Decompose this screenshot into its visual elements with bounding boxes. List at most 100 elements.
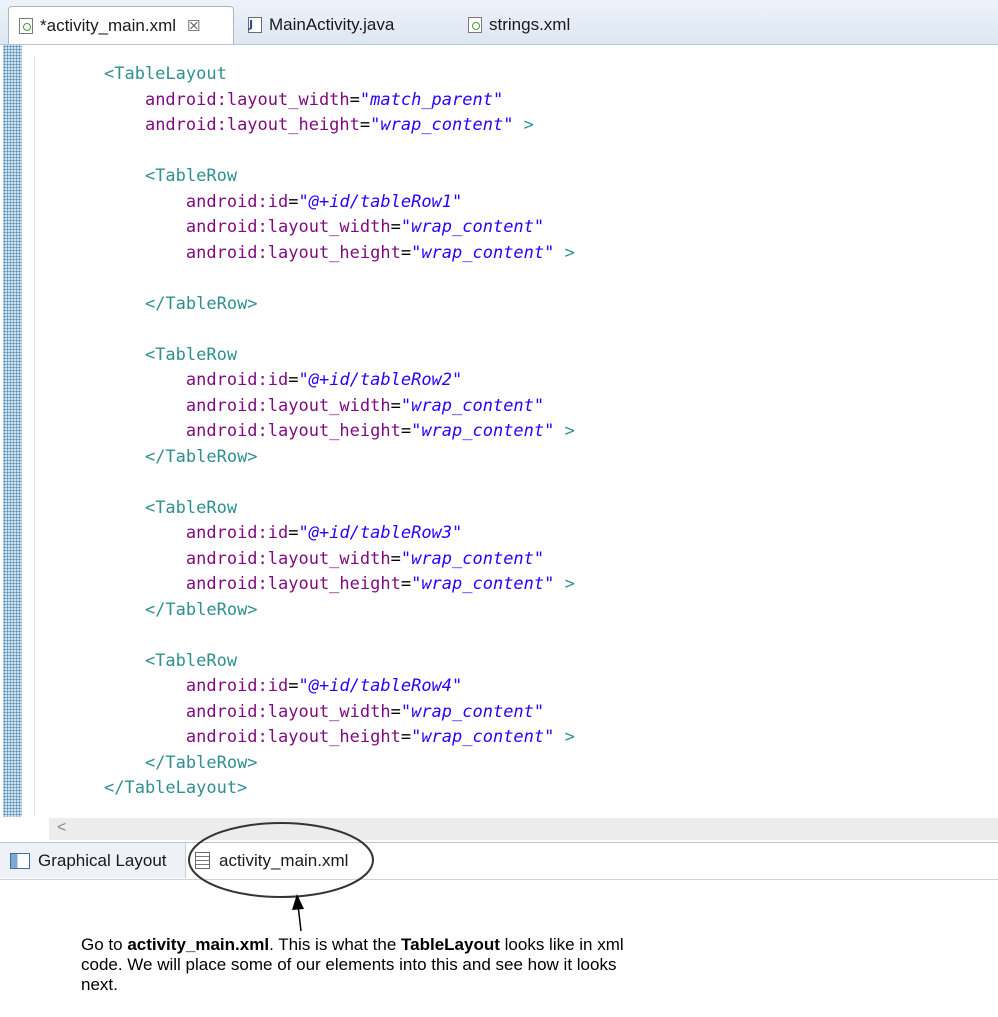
code-token-tag: > [554, 242, 575, 263]
code-token-eq: = [288, 191, 299, 212]
code-line: </TableLayout> [104, 776, 575, 802]
xml-file-icon [19, 17, 33, 34]
code-token-tag: > [513, 115, 534, 135]
code-token-indent [104, 192, 186, 212]
code-token-indent [104, 574, 186, 594]
xml-source-icon [195, 852, 210, 869]
code-token-val: "wrap_content" [411, 242, 555, 263]
code-token-eq: = [400, 421, 412, 441]
code-line: </TableRow> [104, 598, 575, 624]
ruler-divider [34, 57, 35, 815]
code-token-indent [104, 753, 145, 773]
code-token-tag: <TableRow [144, 166, 238, 186]
code-line: android:layout_height="wrap_content" > [104, 113, 575, 139]
code-token-val: "wrap_content" [400, 701, 545, 722]
code-line: android:layout_width="wrap_content" [104, 547, 575, 573]
code-token-indent [104, 294, 145, 314]
code-token-attr: android:id [185, 191, 289, 212]
code-token-attr: android:layout_width [185, 548, 391, 569]
code-token-eq: = [288, 676, 299, 696]
code-token-attr: android:id [185, 523, 289, 543]
code-line: <TableRow [104, 343, 575, 369]
code-token-tag: </TableLayout> [104, 778, 248, 798]
code-token-indent [104, 396, 186, 416]
code-line: android:layout_width="wrap_content" [104, 215, 575, 241]
code-token-eq: = [400, 242, 412, 263]
code-token-indent [104, 217, 186, 237]
code-token-attr: android:layout_width [185, 395, 391, 416]
horizontal-scrollbar[interactable]: < [49, 818, 998, 840]
code-token-attr: android:layout_height [144, 115, 360, 135]
xml-code-editor[interactable]: <TableLayout android:layout_width="match… [0, 45, 998, 817]
code-token-indent [104, 166, 145, 186]
code-token-val: "wrap_content" [411, 727, 555, 747]
tab-activity-main-xml[interactable]: *activity_main.xml ☒ [8, 6, 234, 44]
code-token-indent [104, 676, 186, 696]
tab-label: MainActivity.java [269, 14, 395, 34]
code-token-indent [104, 727, 186, 747]
code-token-indent [104, 345, 145, 365]
code-token-eq: = [400, 727, 412, 747]
code-token-indent [104, 421, 186, 441]
code-line: android:layout_height="wrap_content" > [104, 419, 575, 445]
code-token-val: "@+id/tableRow4" [298, 676, 463, 696]
code-token-attr: android:layout_width [144, 89, 350, 110]
tab-strings-xml[interactable]: strings.xml [458, 6, 618, 43]
code-token-attr: android:layout_height [185, 727, 401, 747]
editor-mode-tabs: Graphical Layout activity_main.xml [0, 842, 998, 880]
code-token-indent [104, 447, 145, 467]
code-token-val: "wrap_content" [400, 548, 545, 569]
code-token-attr: android:layout_height [185, 421, 401, 441]
code-token-tag: > [554, 421, 575, 441]
caption-bold-filename: activity_main.xml [127, 935, 270, 954]
tab-label: Graphical Layout [38, 850, 167, 870]
code-token-indent [104, 498, 145, 518]
code-area[interactable]: <TableLayout android:layout_width="match… [104, 62, 575, 802]
code-line: android:layout_height="wrap_content" > [104, 572, 575, 598]
callout-arrow-line [297, 904, 302, 932]
code-line: </TableRow> [104, 292, 575, 318]
code-line: android:id="@+id/tableRow4" [104, 674, 575, 700]
code-line: android:id="@+id/tableRow2" [104, 368, 575, 394]
code-token-eq: = [390, 395, 401, 416]
code-token-val: "wrap_content" [370, 115, 514, 135]
code-token-tag: <TableRow [144, 344, 238, 365]
code-line: android:layout_width="wrap_content" [104, 394, 575, 420]
code-token-val: "wrap_content" [400, 395, 545, 416]
code-line: android:layout_width="wrap_content" [104, 700, 575, 726]
java-file-icon: J [248, 16, 262, 33]
code-token-attr: android:id [185, 676, 289, 696]
code-token-tag: </TableRow> [144, 446, 258, 467]
code-token-eq: = [288, 370, 299, 390]
instruction-caption: Go to activity_main.xml. This is what th… [81, 935, 641, 995]
close-icon[interactable]: ☒ [187, 17, 200, 35]
tab-graphical-layout[interactable]: Graphical Layout [0, 843, 186, 878]
code-token-attr: android:layout_width [185, 217, 391, 237]
code-token-eq: = [359, 115, 371, 135]
tab-xml-source[interactable]: activity_main.xml [195, 843, 375, 878]
code-token-indent [104, 243, 186, 263]
code-token-eq: = [288, 523, 299, 543]
tab-label: activity_main.xml [219, 850, 349, 870]
code-token-attr: android:layout_height [185, 242, 401, 263]
code-line: </TableRow> [104, 751, 575, 777]
code-line: </TableRow> [104, 445, 575, 471]
callout-arrowhead [292, 894, 304, 910]
tab-main-activity-java[interactable]: J MainActivity.java [238, 6, 448, 43]
code-token-eq: = [349, 89, 360, 110]
code-line: android:id="@+id/tableRow3" [104, 521, 575, 547]
code-line: <TableRow [104, 164, 575, 190]
xml-file-icon [468, 16, 482, 33]
code-line: <TableRow [104, 649, 575, 675]
code-token-val: "match_parent" [359, 89, 504, 110]
code-token-indent [104, 370, 186, 390]
code-token-eq: = [390, 701, 401, 722]
scroll-left-arrow-icon[interactable]: < [57, 819, 66, 837]
caption-text: Go to [81, 935, 128, 954]
code-line: android:layout_width="match_parent" [104, 88, 575, 114]
code-token-val: "@+id/tableRow2" [298, 370, 463, 390]
